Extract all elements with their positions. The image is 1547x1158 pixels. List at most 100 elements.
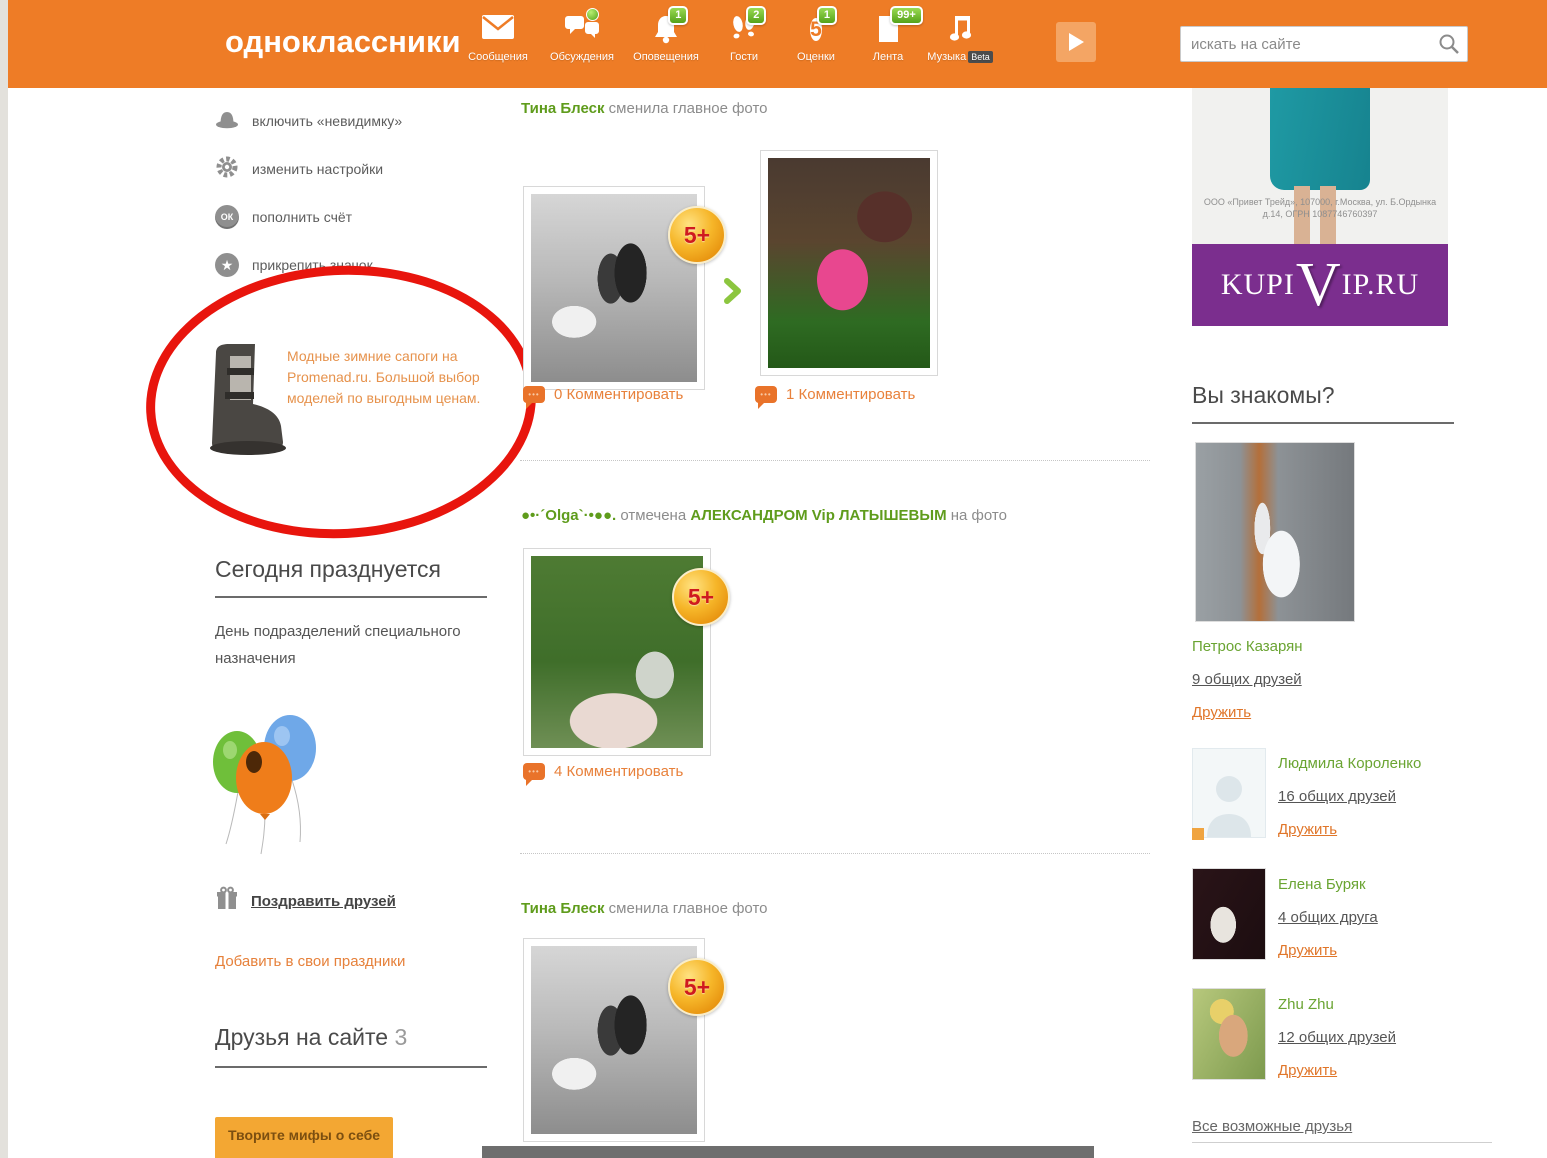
ok-coin-icon: ОК [215, 205, 239, 229]
comment-link-3[interactable]: ••• 4 Комментировать [523, 763, 683, 780]
mutual-friends-link[interactable]: 16 общих друзей [1278, 788, 1396, 805]
nav-discussions-label: Обсуждения [540, 51, 624, 63]
top-header: одноклассники Сообщения Обсуждения 1 [8, 0, 1547, 88]
page-edge-strip [0, 0, 8, 1158]
music-play-button[interactable] [1056, 22, 1096, 62]
kupivip-ad[interactable]: ООО «Привет Трейд», 107000, г.Москва, ул… [1192, 88, 1448, 326]
menu-item-attach-badge[interactable]: ★ прикрепить значок [215, 250, 495, 280]
befriend-link[interactable]: Дружить [1192, 704, 1251, 721]
comment-bubble-icon: ••• [755, 386, 777, 403]
comment-link-1[interactable]: ••• 0 Комментировать [523, 386, 683, 403]
befriend-link[interactable]: Дружить [1278, 1062, 1337, 1079]
bottom-edge-bar [482, 1146, 1094, 1158]
mother-baby-photo [768, 158, 930, 368]
nav-guests[interactable]: 2 Гости [708, 14, 780, 63]
suggestion-name[interactable]: Zhu Zhu [1278, 996, 1334, 1013]
menu-item-label: изменить настройки [252, 161, 383, 177]
orange-corner-flag [1192, 828, 1204, 840]
odnoklassniki-page: одноклассники Сообщения Обсуждения 1 [0, 0, 1547, 1158]
comment-link-2[interactable]: ••• 1 Комментировать [755, 386, 915, 403]
holiday-text: День подразделений специального назначен… [215, 618, 495, 672]
comment-bubble-icon: ••• [523, 386, 545, 403]
feed-divider [520, 853, 1150, 854]
holiday-title-rule [215, 596, 487, 598]
add-holidays-link[interactable]: Добавить в свои праздники [215, 953, 405, 970]
feed-sheet-icon: 99+ [875, 14, 901, 48]
hat-icon [215, 109, 239, 134]
photo-rating-badge: 5+ [668, 206, 726, 264]
suggestion-name[interactable]: Петрос Казарян [1192, 638, 1303, 655]
suggestion-name[interactable]: Елена Буряк [1278, 876, 1366, 893]
feed-item-1-header: Тина Блеск сменила главное фото [521, 100, 768, 117]
menu-item-label: пополнить счёт [252, 209, 352, 225]
feed-photo-new[interactable] [760, 150, 938, 376]
nav-marks[interactable]: 5 1 Оценки [780, 14, 852, 63]
star-badge-icon: ★ [215, 253, 239, 277]
congratulate-friends-link[interactable]: Поздравить друзей [215, 886, 396, 916]
play-icon [1066, 31, 1086, 53]
search-icon[interactable] [1438, 33, 1460, 60]
myths-button[interactable]: Творите мифы о себе [215, 1117, 393, 1158]
menu-item-topup[interactable]: ОК пополнить счёт [215, 202, 495, 232]
site-search [1180, 26, 1468, 62]
feed-user-link[interactable]: Тина Блеск [521, 100, 605, 117]
mutual-friends-link[interactable]: 4 общих друга [1278, 909, 1378, 926]
nav-guests-label: Гости [708, 51, 780, 63]
guests-count-badge: 2 [746, 6, 766, 25]
site-logo[interactable]: одноклассники [225, 24, 461, 60]
bell-icon: 1 [652, 14, 680, 48]
left-menu: включить «невидимку» изменить настройки … [215, 106, 495, 298]
suggestion-name[interactable]: Людмила Короленко [1278, 755, 1421, 772]
mutual-friends-link[interactable]: 9 общих друзей [1192, 671, 1302, 688]
marks-count-badge: 1 [817, 6, 837, 25]
nav-notifications-label: Оповещения [624, 51, 708, 63]
nav-marks-label: Оценки [780, 51, 852, 63]
befriend-link[interactable]: Дружить [1278, 942, 1337, 959]
nav-discussions[interactable]: Обсуждения [540, 14, 624, 63]
suggestion-photo-petros[interactable] [1195, 442, 1355, 622]
kupivip-logo: KUPIVIP.RU [1192, 244, 1448, 326]
boots-ad-text: Модные зимние сапоги на Promenad.ru. Бол… [287, 346, 487, 409]
nav-messages-label: Сообщения [456, 51, 540, 63]
balloons-image [210, 698, 325, 873]
photo-rating-badge: 5+ [668, 958, 726, 1016]
menu-item-invisibility[interactable]: включить «невидимку» [215, 106, 495, 136]
suggestion-photo-elena[interactable] [1192, 868, 1266, 960]
befriend-link[interactable]: Дружить [1278, 821, 1337, 838]
feed-item-3-header: Тина Блеск сменила главное фото [521, 900, 768, 917]
all-friends-rule [1192, 1142, 1492, 1143]
feed-user-link[interactable]: Тина Блеск [521, 900, 605, 917]
feed-user-link[interactable]: ●•·´Olga`·•●●. [521, 507, 616, 524]
feed-tagger-link[interactable]: АЛЕКСАНДРОМ Vip ЛАТЫШЕВЫМ [690, 507, 946, 524]
mark-five-icon: 5 1 [810, 14, 822, 48]
search-input[interactable] [1180, 26, 1468, 62]
friends-online-count: 3 [394, 1024, 407, 1050]
comment-bubble-icon: ••• [523, 763, 545, 780]
gear-icon [215, 155, 239, 184]
photo-rating-badge: 5+ [672, 568, 730, 626]
menu-item-label: прикрепить значок [252, 257, 373, 273]
gift-icon [215, 886, 239, 916]
all-possible-friends-link[interactable]: Все возможные друзья [1192, 1118, 1352, 1135]
menu-item-settings[interactable]: изменить настройки [215, 154, 495, 184]
music-note-icon [946, 14, 974, 48]
suggestion-avatar-placeholder[interactable] [1192, 748, 1266, 838]
feed-count-badge: 99+ [890, 6, 923, 25]
feed-item-2-header: ●•·´Olga`·•●●. отмечена АЛЕКСАНДРОМ Vip … [521, 507, 1007, 524]
mutual-friends-link[interactable]: 12 общих друзей [1278, 1029, 1396, 1046]
footprints-icon: 2 [730, 14, 758, 48]
nav-messages[interactable]: Сообщения [456, 14, 540, 63]
envelope-icon [481, 14, 515, 48]
nav-music[interactable]: МузыкаBeta [924, 14, 996, 63]
chat-bubbles-icon [564, 14, 600, 48]
feed-divider [520, 460, 1150, 461]
notifications-count-badge: 1 [668, 6, 688, 25]
nav-notifications[interactable]: 1 Оповещения [624, 14, 708, 63]
nav-feed[interactable]: 99+ Лента [852, 14, 924, 63]
change-arrow-icon [723, 278, 743, 309]
menu-item-label: включить «невидимку» [252, 113, 402, 129]
winter-boot-image [203, 447, 289, 464]
suggestion-photo-zhu[interactable] [1192, 988, 1266, 1080]
boots-ad[interactable]: Модные зимние сапоги на Promenad.ru. Бол… [203, 340, 493, 465]
beta-badge: Beta [968, 51, 993, 63]
